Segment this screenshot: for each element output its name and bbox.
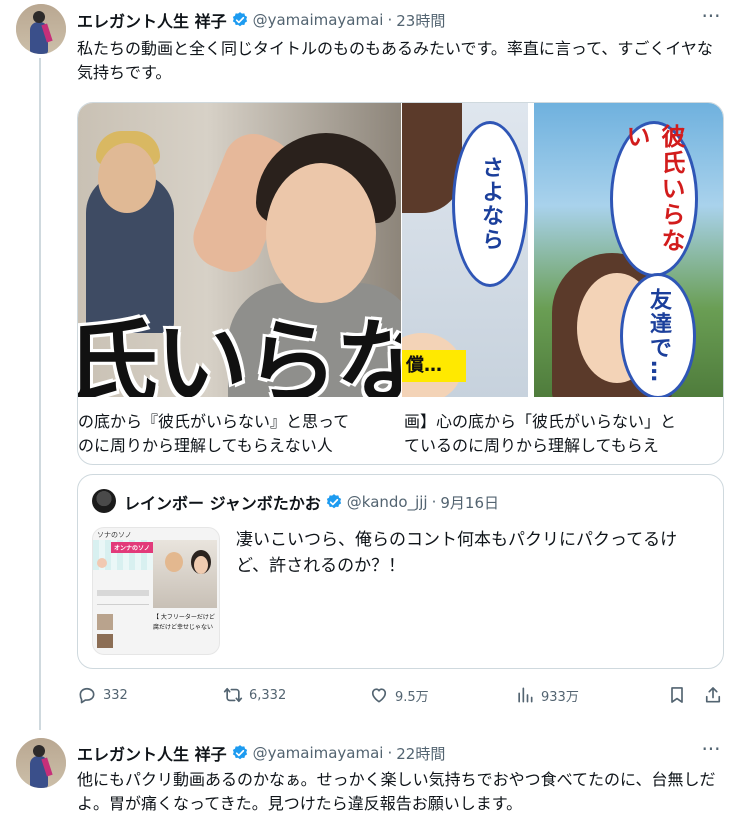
verified-badge-icon (232, 12, 247, 27)
action-bar: 332 6,332 9.5万 933万 (77, 683, 722, 707)
more-options-icon[interactable]: ··· (700, 6, 722, 29)
tweet-text: 私たちの動画と全く同じタイトルのものもあるみたいです。率直に言って、すごくイヤな… (77, 39, 713, 82)
tweet-header: エレガント人生 祥子 @yamaimayamai · 22時間 (77, 741, 445, 765)
views-count: 933万 (541, 689, 579, 705)
quoted-author-name[interactable]: レインボー ジャンボたかお (124, 490, 321, 514)
thread-line (39, 58, 41, 730)
thumbnail-tag: 償… (402, 350, 466, 382)
bar-chart-icon (518, 687, 533, 703)
speech-bubble: 彼氏いらない (610, 121, 698, 277)
separator: · (387, 11, 393, 29)
bookmark-button[interactable] (667, 683, 687, 707)
quoted-tweet[interactable]: レインボー ジャンボたかお @kando_jjj · 9月16日 ソナのソノ オ… (77, 474, 724, 669)
quoted-date[interactable]: 9月16日 (440, 492, 499, 513)
caption-left-line1: の底から『彼氏がいらない』と思って (78, 412, 350, 431)
author-handle[interactable]: @yamaimayamai (253, 11, 384, 29)
verified-badge-icon (326, 494, 341, 509)
video-thumbnail-right[interactable]: さよなら 彼氏いらない 友達で… 償… (402, 103, 723, 397)
heart-icon (371, 688, 387, 703)
separator: · (387, 744, 393, 762)
share-button[interactable] (703, 683, 723, 707)
video-thumbnail-left[interactable]: 氏いらな (78, 103, 401, 397)
tweet-header: エレガント人生 祥子 @yamaimayamai · 23時間 (77, 8, 445, 32)
reply-count: 332 (103, 687, 128, 703)
link-card[interactable]: 氏いらな さよなら 彼氏いらない 友達で… 償… の底から『彼氏がいらない』と思… (77, 102, 724, 465)
retweet-button[interactable]: 6,332 (223, 683, 286, 707)
quoted-image[interactable]: ソナのソノ オンナのソノ 【 大フリーターだけど 腐だけど幸せじゃない (92, 527, 220, 655)
avatar[interactable] (16, 4, 66, 54)
separator: · (431, 493, 437, 511)
like-button[interactable]: 9.5万 (369, 683, 429, 707)
share-icon (705, 687, 721, 703)
speech-bubble: さよなら (452, 121, 528, 287)
views-button[interactable]: 933万 (515, 683, 579, 707)
timestamp[interactable]: 23時間 (396, 10, 445, 31)
author-name[interactable]: エレガント人生 祥子 (77, 8, 227, 32)
like-count: 9.5万 (395, 689, 429, 705)
retweet-count: 6,332 (249, 687, 287, 703)
bookmark-icon (671, 687, 683, 703)
quoted-avatar[interactable] (92, 489, 116, 513)
caption-right-line1: 画】心の底から「彼氏がいらない」と (404, 412, 677, 431)
timestamp[interactable]: 22時間 (396, 743, 445, 764)
tweet-text: 他にもパクリ動画あるのかなぁ。せっかく楽しい気持ちでおやつ食べてたのに、台無しだ… (77, 770, 716, 813)
caption-right-line2: ているのに周りから理解してもらえ (404, 436, 659, 455)
quoted-text: 凄いこいつら、俺らのコント何本もパクリにパクってるけど、許されるのか？！ (236, 530, 678, 576)
retweet-icon (223, 687, 243, 703)
more-options-icon[interactable]: ··· (700, 739, 722, 762)
caption-left-line2: のに周りから理解してもらえない人 (78, 436, 333, 455)
speech-bubble: 友達で… (620, 273, 696, 397)
reply-icon (79, 687, 95, 704)
author-name[interactable]: エレガント人生 祥子 (77, 741, 227, 765)
reply-button[interactable]: 332 (77, 683, 128, 707)
thumbnail-overlay-text: 氏いらな (78, 309, 401, 397)
verified-badge-icon (232, 745, 247, 760)
quoted-handle[interactable]: @kando_jjj (347, 493, 428, 511)
avatar[interactable] (16, 738, 66, 788)
author-handle[interactable]: @yamaimayamai (253, 744, 384, 762)
quoted-header: レインボー ジャンボたかお @kando_jjj · 9月16日 (124, 490, 499, 514)
